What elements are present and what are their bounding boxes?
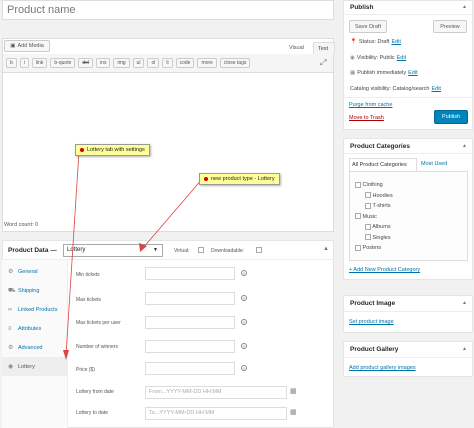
publish-time-row: ▦ Publish immediately Edit [350,70,418,76]
category-items: Clothing Hoodies T-shirts Music Albums S… [355,180,393,254]
tab-all-categories[interactable]: All Product Categories [349,158,417,171]
preview-button[interactable]: Preview [433,20,467,33]
edit-visibility-link[interactable]: Edit [397,55,406,61]
category-checkbox[interactable] [355,213,361,220]
category-item-singles[interactable]: Singles [355,233,393,244]
category-item-posters[interactable]: Posters [355,243,393,254]
category-item-hoodies[interactable]: Hoodies [355,191,393,202]
catalog-visibility-row: Catalog visibility: Catalog/search Edit [350,86,441,92]
edit-publish-time-link[interactable]: Edit [408,70,417,76]
save-draft-button[interactable]: Save Draft [349,20,387,33]
categories-title: Product Categories [350,143,410,150]
tab-most-used[interactable]: Most Used [421,161,447,167]
purge-cache-link[interactable]: Purge from cache [349,102,392,108]
lottery-tab-annotation: Lottery tab with settings [75,144,150,156]
publish-title: Publish [350,4,374,11]
pin-icon: 📍 [350,39,357,45]
category-checkbox[interactable] [365,223,371,230]
category-checkbox[interactable] [365,192,371,199]
divider [343,153,473,154]
divider [343,14,473,15]
collapse-arrow-icon[interactable]: ▲ [462,4,467,10]
category-item-clothing[interactable]: Clothing [355,180,393,191]
visibility-row: ◉ Visibility: Public Edit [350,55,407,61]
category-checkbox[interactable] [355,181,361,188]
calendar-icon: ▦ [350,70,356,76]
category-checkbox[interactable] [365,234,371,241]
move-to-trash-link[interactable]: Move to Trash [349,115,384,121]
status-row: 📍 Status: Draft Edit [350,39,401,45]
product-gallery-title: Product Gallery [350,346,399,353]
product-image-title: Product Image [350,300,396,307]
product-type-annotation: new product type - Lottery [199,173,280,185]
collapse-arrow-icon[interactable]: ▲ [462,300,467,306]
divider [343,311,473,312]
edit-status-link[interactable]: Edit [391,39,400,45]
category-item-albums[interactable]: Albums [355,222,393,233]
collapse-arrow-icon[interactable]: ▲ [462,346,467,352]
category-item-tshirts[interactable]: T-shirts [355,201,393,212]
add-gallery-images-link[interactable]: Add product gallery images [349,365,416,371]
eye-icon: ◉ [350,55,355,61]
annotation-dot [204,176,208,181]
edit-catalog-visibility-link[interactable]: Edit [431,86,440,92]
category-checkbox[interactable] [355,244,361,251]
collapse-arrow-icon[interactable]: ▲ [462,143,467,149]
divider [343,357,473,358]
category-checkbox[interactable] [365,202,371,209]
annotation-dot [80,147,84,152]
divider [343,97,473,98]
add-new-category-link[interactable]: + Add New Product Category [349,267,420,273]
category-item-music[interactable]: Music [355,212,393,223]
publish-button[interactable]: Publish [434,110,468,124]
set-product-image-link[interactable]: Set product image [349,319,394,325]
